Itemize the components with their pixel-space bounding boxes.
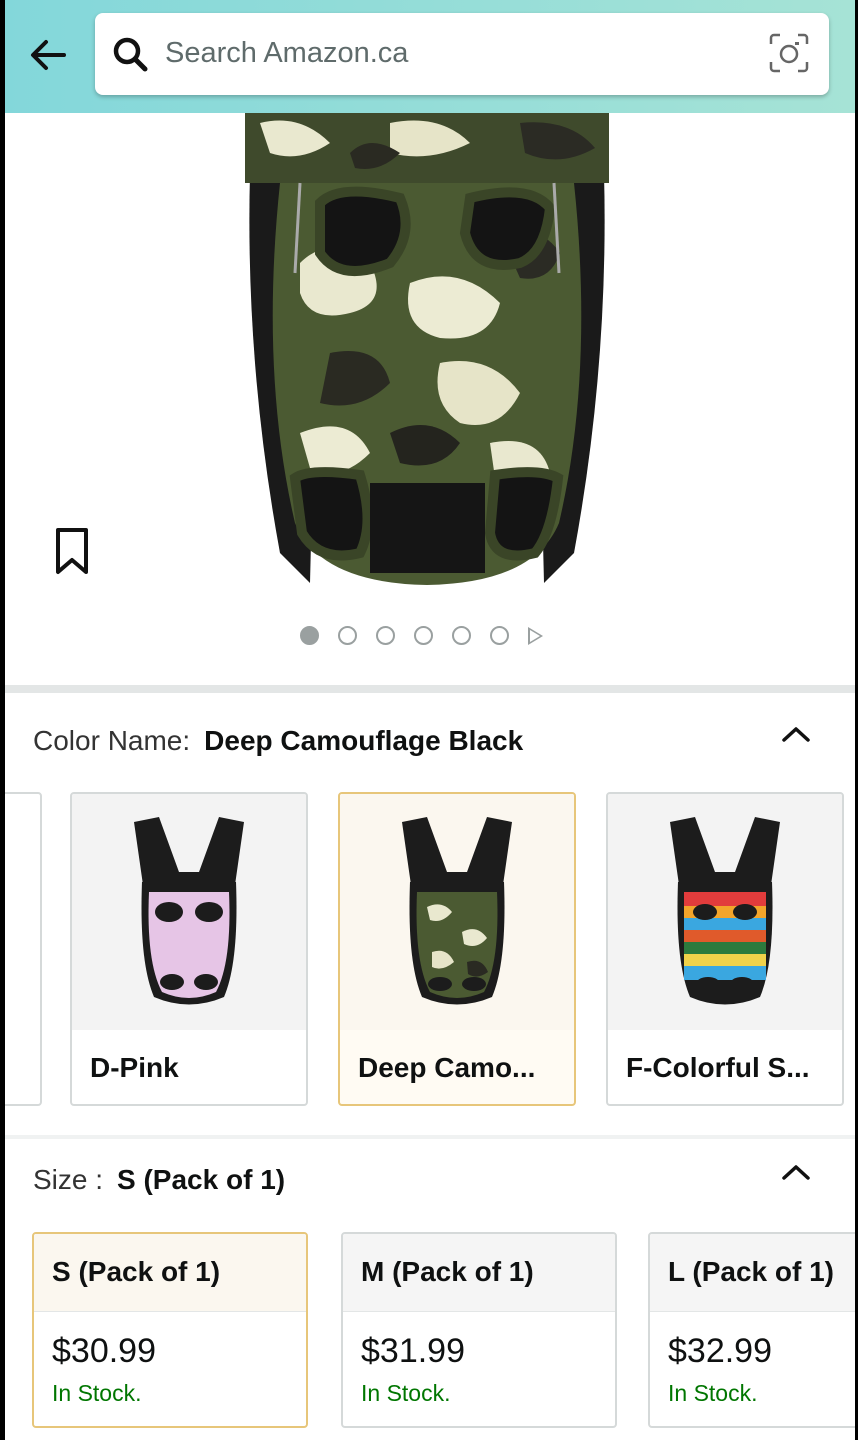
pagination-dot[interactable] (338, 626, 357, 645)
color-name-row: Color Name: Deep Camouflage Black (33, 725, 523, 757)
pagination-dot[interactable] (490, 626, 509, 645)
swatch-name: D-Pink (90, 1052, 179, 1083)
camera-search-icon[interactable] (767, 31, 811, 75)
camo-carrier-image (402, 817, 512, 1005)
search-icon (113, 37, 148, 72)
size-option-m[interactable]: M (Pack of 1) $31.99 In Stock. (341, 1232, 617, 1428)
search-input[interactable] (165, 31, 745, 75)
color-name-label: Color Name: (33, 725, 191, 756)
size-row: Size : S (Pack of 1) (33, 1164, 285, 1196)
product-image[interactable] (240, 113, 614, 585)
pagination-dot[interactable] (414, 626, 433, 645)
back-button[interactable] (25, 32, 71, 78)
size-option-stock: In Stock. (361, 1380, 451, 1406)
collapse-color-chevron-icon[interactable] (779, 724, 813, 744)
collapse-size-chevron-icon[interactable] (779, 1162, 813, 1182)
video-play-icon[interactable] (528, 626, 543, 645)
app-header (5, 0, 855, 113)
size-value: S (Pack of 1) (117, 1164, 286, 1195)
section-divider (5, 1135, 855, 1139)
swatch-image (72, 794, 306, 1030)
size-option-title: S (Pack of 1) (52, 1256, 221, 1287)
image-pagination (300, 626, 543, 645)
size-option-l[interactable]: L (Pack of 1) $32.99 In Stock. (648, 1232, 855, 1428)
pagination-dot[interactable] (452, 626, 471, 645)
color-swatch-deep-camo[interactable]: Deep Camo... (338, 792, 576, 1106)
color-swatch-d-pink[interactable]: D-Pink (70, 792, 308, 1106)
size-option-stock: In Stock. (668, 1380, 758, 1406)
color-swatch-f-colorful[interactable]: F-Colorful S... (606, 792, 844, 1106)
back-arrow-icon (31, 40, 66, 70)
size-label: Size : (33, 1164, 104, 1195)
pink-carrier-image (134, 817, 244, 1005)
pagination-dot[interactable] (300, 626, 319, 645)
save-bookmark-icon[interactable] (52, 526, 92, 578)
swatch-name: Deep Camo... (358, 1052, 536, 1083)
search-bar[interactable] (95, 13, 829, 95)
size-option-s[interactable]: S (Pack of 1) $30.99 In Stock. (32, 1232, 308, 1428)
size-option-price: $30.99 (52, 1332, 156, 1370)
color-name-value: Deep Camouflage Black (204, 725, 524, 756)
size-option-stock: In Stock. (52, 1380, 142, 1406)
product-page: Color Name: Deep Camouflage Black D-Pink (5, 0, 855, 1440)
size-option-title: M (Pack of 1) (361, 1256, 534, 1287)
size-option-price: $31.99 (361, 1332, 465, 1370)
swatch-image (340, 794, 574, 1030)
color-swatch-partial[interactable] (5, 792, 42, 1106)
colorful-carrier-image (670, 817, 780, 1005)
size-option-title: L (Pack of 1) (668, 1256, 834, 1287)
section-divider (5, 685, 855, 693)
size-option-price: $32.99 (668, 1332, 772, 1370)
swatch-image (608, 794, 842, 1030)
pagination-dot[interactable] (376, 626, 395, 645)
swatch-name: F-Colorful S... (626, 1052, 810, 1083)
